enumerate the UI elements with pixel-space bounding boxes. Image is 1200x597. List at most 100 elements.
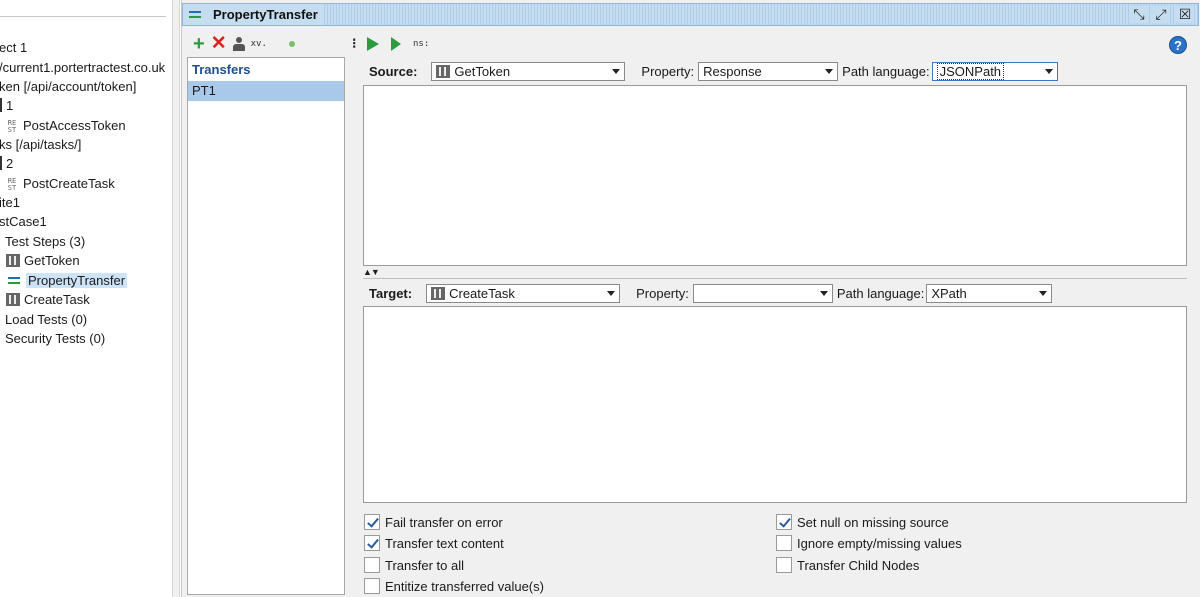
run-transfer-button[interactable] xyxy=(391,37,401,51)
tree-line-icon xyxy=(0,98,2,112)
ignore-empty-missing-values-checkbox[interactable]: Ignore empty/missing values xyxy=(776,533,962,553)
checkbox-unchecked-icon[interactable] xyxy=(776,557,792,573)
source-row: Source: GetToken Property: Response Path… xyxy=(359,60,1199,82)
source-property-label: Property: xyxy=(641,63,695,79)
panel-title: PropertyTransfer xyxy=(213,7,318,22)
property-transfer-panel: PropertyTransfer ⤡ ⤢ ☒ + ✕ xv. Transfers… xyxy=(181,0,1200,597)
tree-item-label: ken [/api/account/token] xyxy=(0,79,137,94)
chevron-down-icon xyxy=(607,290,616,296)
tree-item-service[interactable]: /current1.portertractest.co.uk xyxy=(0,58,165,77)
target-label: Target: xyxy=(369,285,413,301)
transfers-toolbar: + ✕ xv. xyxy=(187,31,350,57)
splitter-knob-icon[interactable]: ⁝ xyxy=(352,35,356,52)
source-path-editor[interactable] xyxy=(363,85,1187,266)
tree-item-security-tests[interactable]: Security Tests (0) xyxy=(5,329,105,348)
chevron-down-icon xyxy=(825,68,834,74)
tree-item-createtask[interactable]: CreateTask xyxy=(6,290,90,309)
navigator-tree: ect 1 /current1.portertractest.co.uk ken… xyxy=(0,0,172,597)
source-target-splitter[interactable]: ▲▼ xyxy=(363,267,1187,279)
target-path-language-select[interactable]: XPath xyxy=(926,283,1053,303)
tree-item-label: 2 xyxy=(6,156,14,171)
fail-transfer-on-error-checkbox[interactable]: Fail transfer on error xyxy=(364,512,503,532)
tree-item-test-steps[interactable]: Test Steps (3) xyxy=(5,232,85,251)
chevron-down-icon xyxy=(612,68,621,74)
run-all-button[interactable] xyxy=(367,37,379,51)
close-icon[interactable]: ☒ xyxy=(1176,6,1194,23)
checkbox-label: Transfer Child Nodes xyxy=(797,557,920,573)
chevron-down-icon xyxy=(819,290,828,296)
source-path-language-select[interactable]: JSONPath xyxy=(931,61,1058,81)
transfer-config: ns: ? Source: GetToken Property: Respons… xyxy=(359,31,1199,595)
navigator-splitter[interactable] xyxy=(172,0,180,597)
target-step-value: CreateTask xyxy=(449,285,515,301)
set-null-on-missing-source-checkbox[interactable]: Set null on missing source xyxy=(776,512,949,532)
delete-transfer-button[interactable]: ✕ xyxy=(211,34,227,54)
add-transfer-button[interactable]: + xyxy=(193,34,205,54)
checkbox-checked-icon[interactable] xyxy=(364,535,380,551)
transfer-text-content-checkbox[interactable]: Transfer text content xyxy=(364,533,504,553)
checkbox-checked-icon[interactable] xyxy=(364,514,380,530)
tree-item-label: 1 xyxy=(6,98,14,113)
splitter-arrows-icon[interactable]: ▲▼ xyxy=(363,267,380,277)
rest-request-icon: RE ST xyxy=(7,118,17,134)
minimize-icon[interactable]: ⤡ xyxy=(1130,6,1148,23)
copy-transfer-icon[interactable] xyxy=(232,37,245,51)
tree-item-resource-tasks[interactable]: ks [/api/tasks/] xyxy=(0,135,81,154)
transfer-child-nodes-checkbox[interactable]: Transfer Child Nodes xyxy=(776,555,919,575)
property-transfer-icon xyxy=(187,8,203,21)
tree-item-propertytransfer[interactable]: PropertyTransfer xyxy=(6,271,128,290)
panel-title-area: PropertyTransfer xyxy=(183,4,324,25)
test-step-icon xyxy=(6,293,20,306)
namespace-button[interactable]: ns: xyxy=(413,39,429,49)
help-icon[interactable]: ? xyxy=(1169,36,1187,54)
tree-item-testsuite[interactable]: ite1 xyxy=(0,193,20,212)
target-property-select[interactable] xyxy=(692,283,833,303)
navigator-divider xyxy=(0,16,166,17)
property-transfer-icon xyxy=(6,274,22,287)
source-path-language-label: Path language: xyxy=(842,63,930,79)
tree-item-resource-token[interactable]: ken [/api/account/token] xyxy=(0,77,136,96)
transfer-to-all-checkbox[interactable]: Transfer to all xyxy=(364,555,464,575)
source-path-language-value: JSONPath xyxy=(936,62,1005,80)
checkbox-unchecked-icon[interactable] xyxy=(364,578,380,594)
transfers-header: Transfers xyxy=(192,62,251,77)
tree-item-label: Security Tests (0) xyxy=(5,331,106,346)
list-item[interactable]: PT1 xyxy=(188,81,344,101)
tree-item-gettoken[interactable]: GetToken xyxy=(6,251,80,270)
tree-item-label: PostCreateTask xyxy=(23,176,115,191)
tree-item-label: Load Tests (0) xyxy=(5,312,88,327)
tree-item-label: ect 1 xyxy=(0,40,28,55)
tree-line-icon xyxy=(0,156,2,170)
checkbox-unchecked-icon[interactable] xyxy=(364,557,380,573)
tree-item-project[interactable]: ect 1 xyxy=(0,38,27,57)
tree-item-method-2[interactable]: 2 xyxy=(0,154,13,173)
column-splitter[interactable]: ⁝ xyxy=(350,31,359,595)
source-step-value: GetToken xyxy=(454,63,511,79)
tree-item-method-1[interactable]: 1 xyxy=(0,96,13,115)
target-path-language-value: XPath xyxy=(931,285,967,301)
source-property-value: Response xyxy=(703,63,762,79)
target-property-label: Property: xyxy=(636,285,689,301)
tree-item-label: stCase1 xyxy=(0,214,47,229)
chevron-down-icon xyxy=(1039,290,1048,296)
tree-item-post-create-task[interactable]: RE ST PostCreateTask xyxy=(4,174,115,193)
transfers-list[interactable]: Transfers PT1 xyxy=(187,57,345,595)
checkbox-label: Transfer to all xyxy=(385,557,464,573)
tree-item-label: Test Steps (3) xyxy=(5,234,86,249)
tree-item-label: PostAccessToken xyxy=(23,118,126,133)
target-path-editor[interactable] xyxy=(363,306,1187,503)
source-property-select[interactable]: Response xyxy=(698,61,839,81)
entitize-transferred-values-checkbox[interactable]: Entitize transferred value(s) xyxy=(364,576,544,596)
checkbox-label: Set null on missing source xyxy=(797,514,949,530)
tree-item-post-access-token[interactable]: RE ST PostAccessToken xyxy=(4,116,126,135)
checkbox-label: Transfer text content xyxy=(385,535,504,551)
tree-item-testcase[interactable]: stCase1 xyxy=(0,212,47,231)
target-path-language-label: Path language: xyxy=(836,285,925,301)
source-step-select[interactable]: GetToken xyxy=(431,61,626,81)
tree-item-load-tests[interactable]: Load Tests (0) xyxy=(5,310,87,329)
xml-transfer-button[interactable]: xv. xyxy=(251,39,267,49)
target-step-select[interactable]: CreateTask xyxy=(426,283,621,303)
checkbox-unchecked-icon[interactable] xyxy=(776,535,792,551)
checkbox-checked-icon[interactable] xyxy=(776,514,792,530)
maximize-icon[interactable]: ⤢ xyxy=(1152,6,1170,23)
